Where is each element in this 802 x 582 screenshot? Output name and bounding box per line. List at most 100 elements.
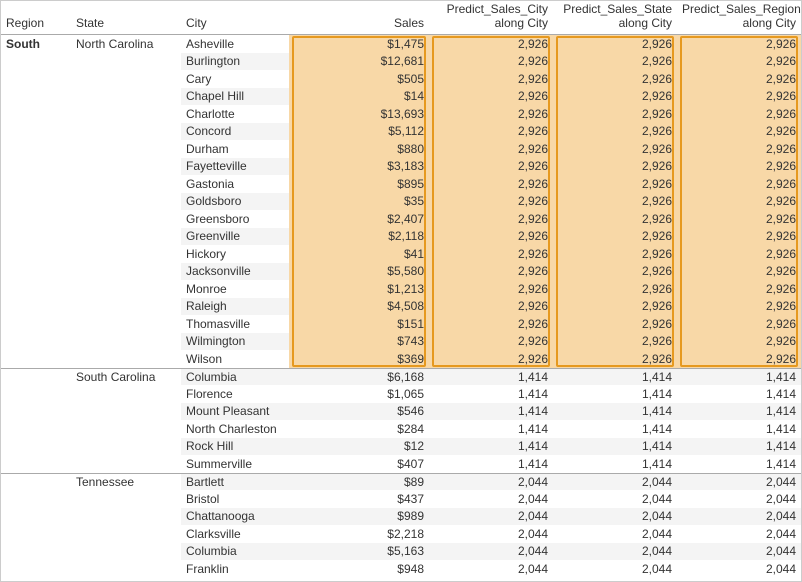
state-label: North Carolina: [76, 37, 153, 51]
state-label: Tennessee: [76, 475, 134, 489]
col-header-line2: along City: [619, 16, 672, 30]
cell-predict-state: 2,926: [553, 123, 677, 141]
cell-predict-state: 1,414: [553, 385, 677, 403]
table-row: Summerville$4071,4141,4141,414: [1, 455, 801, 473]
cell-state: Tennessee: [71, 474, 181, 491]
cell-state: [71, 158, 181, 176]
cell-state: [71, 193, 181, 211]
cell-state: [71, 175, 181, 193]
cell-sales: $1,475: [289, 35, 429, 53]
cell-predict-city: 1,414: [429, 403, 553, 421]
cell-predict-city: 2,926: [429, 333, 553, 351]
cell-predict-city: 2,044: [429, 508, 553, 526]
cell-predict-state: 2,926: [553, 70, 677, 88]
cell-state: [71, 263, 181, 281]
table-row: Goldsboro$352,9262,9262,926: [1, 193, 801, 211]
col-header-line1: Predict_Sales_City: [447, 2, 548, 16]
cell-predict-city: 2,926: [429, 263, 553, 281]
cell-predict-city: 2,926: [429, 228, 553, 246]
cell-predict-city: 1,414: [429, 455, 553, 473]
cell-state: [71, 438, 181, 456]
cell-city: Chattanooga: [181, 508, 289, 526]
cell-predict-state: 2,926: [553, 140, 677, 158]
cell-predict-city: 2,926: [429, 35, 553, 53]
cell-predict-state: 2,044: [553, 525, 677, 543]
cell-region: [1, 369, 71, 386]
cell-state: [71, 385, 181, 403]
col-header-city[interactable]: City: [181, 15, 289, 34]
cell-region: [1, 245, 71, 263]
cell-predict-state: 1,414: [553, 369, 677, 386]
cell-predict-region: 2,926: [677, 70, 801, 88]
col-header-region[interactable]: Region: [1, 15, 71, 34]
cell-predict-city: 2,926: [429, 123, 553, 141]
table-row: Cary$5052,9262,9262,926: [1, 70, 801, 88]
cell-predict-state: 2,926: [553, 158, 677, 176]
cell-city: Bartlett: [181, 474, 289, 491]
cell-predict-region: 2,926: [677, 228, 801, 246]
cell-city: Greenville: [181, 228, 289, 246]
cell-predict-region: 2,044: [677, 560, 801, 578]
cell-region: [1, 455, 71, 473]
cell-predict-region: 1,414: [677, 420, 801, 438]
cell-predict-state: 2,926: [553, 315, 677, 333]
cell-predict-state: 2,926: [553, 263, 677, 281]
table-row: Durham$8802,9262,9262,926: [1, 140, 801, 158]
cell-predict-city: 2,044: [429, 560, 553, 578]
cell-state: [71, 140, 181, 158]
cell-predict-state: 2,926: [553, 88, 677, 106]
cell-predict-region: 2,926: [677, 333, 801, 351]
cell-sales: $743: [289, 333, 429, 351]
cell-predict-region: 1,414: [677, 455, 801, 473]
cell-predict-region: 2,926: [677, 140, 801, 158]
cell-state: [71, 420, 181, 438]
cell-city: Florence: [181, 385, 289, 403]
col-header-predict-city[interactable]: Predict_Sales_City along City: [429, 1, 553, 34]
cell-predict-region: 2,926: [677, 263, 801, 281]
cell-sales: $14: [289, 88, 429, 106]
cell-predict-state: 1,414: [553, 455, 677, 473]
cell-region: [1, 53, 71, 71]
cell-predict-city: 1,414: [429, 420, 553, 438]
cell-state: [71, 298, 181, 316]
cell-predict-state: 2,926: [553, 105, 677, 123]
cell-predict-state: 2,926: [553, 245, 677, 263]
cell-predict-region: 2,044: [677, 543, 801, 561]
cell-predict-region: 1,414: [677, 385, 801, 403]
cell-predict-city: 1,414: [429, 385, 553, 403]
cell-predict-region: 2,044: [677, 474, 801, 491]
cell-region: [1, 333, 71, 351]
cell-sales: $369: [289, 350, 429, 368]
cell-state: North Carolina: [71, 35, 181, 53]
cell-city: Concord: [181, 123, 289, 141]
cell-sales: $41: [289, 245, 429, 263]
cell-region: [1, 350, 71, 368]
cell-state: [71, 210, 181, 228]
cell-predict-city: 2,926: [429, 315, 553, 333]
cell-predict-state: 1,414: [553, 420, 677, 438]
cell-predict-region: 2,926: [677, 158, 801, 176]
data-table: Region State City Sales Predict_Sales_Ci…: [0, 0, 802, 582]
table-row: Clarksville$2,2182,0442,0442,044: [1, 525, 801, 543]
cell-predict-region: 2,926: [677, 210, 801, 228]
cell-predict-city: 2,044: [429, 543, 553, 561]
col-header-line1: Predict_Sales_State: [563, 2, 672, 16]
cell-region: [1, 315, 71, 333]
col-header-state[interactable]: State: [71, 15, 181, 34]
cell-region: [1, 560, 71, 578]
cell-predict-region: 2,926: [677, 193, 801, 211]
col-header-sales[interactable]: Sales: [289, 15, 429, 34]
table-row: Florence$1,0651,4141,4141,414: [1, 385, 801, 403]
cell-predict-region: 1,414: [677, 369, 801, 386]
cell-predict-city: 2,926: [429, 140, 553, 158]
cell-city: Burlington: [181, 53, 289, 71]
table-row: Chattanooga$9892,0442,0442,044: [1, 508, 801, 526]
col-header-predict-region[interactable]: Predict_Sales_Region along City: [677, 1, 801, 34]
cell-region: [1, 140, 71, 158]
col-header-predict-state[interactable]: Predict_Sales_State along City: [553, 1, 677, 34]
cell-predict-state: 2,926: [553, 350, 677, 368]
cell-region: [1, 298, 71, 316]
cell-sales: $13,693: [289, 105, 429, 123]
cell-predict-city: 2,044: [429, 525, 553, 543]
cell-predict-city: 2,926: [429, 175, 553, 193]
